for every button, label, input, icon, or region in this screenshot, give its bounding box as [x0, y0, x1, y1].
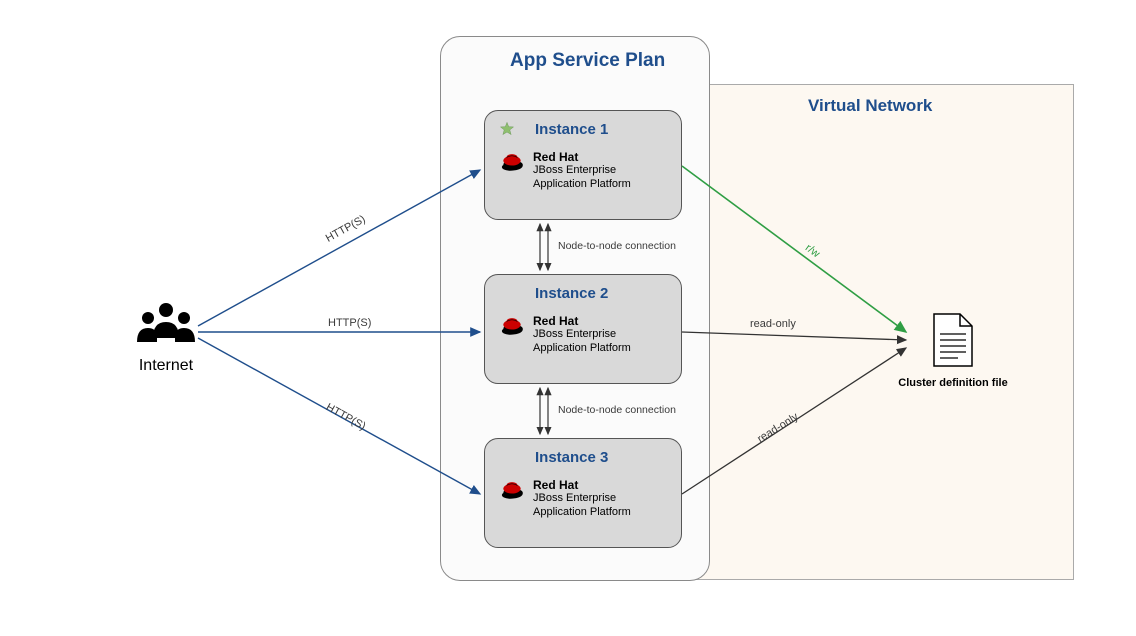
node-conn-label-2: Node-to-node connection	[558, 404, 676, 416]
instance-1-redhat: Red Hat JBoss Enterprise Application Pla…	[499, 150, 669, 191]
instance-2-line1: JBoss Enterprise	[533, 328, 631, 341]
readonly-label-1: read-only	[750, 318, 796, 330]
instance-2-line2: Application Platform	[533, 342, 631, 355]
instance-1-box: Instance 1 Red Hat JBoss Enterprise Appl…	[484, 110, 682, 220]
instance-1-line2: Application Platform	[533, 178, 631, 191]
star-icon	[499, 121, 515, 137]
instance-3-box: Instance 3 Red Hat JBoss Enterprise Appl…	[484, 438, 682, 548]
file-icon	[930, 312, 976, 368]
internet-node: Internet	[116, 298, 216, 375]
virtual-network-title: Virtual Network	[808, 96, 932, 116]
instance-2-title: Instance 2	[535, 285, 669, 302]
http-label-1: HTTP(S)	[324, 213, 368, 245]
instance-2-redhat: Red Hat JBoss Enterprise Application Pla…	[499, 314, 669, 355]
users-icon	[131, 298, 201, 348]
cluster-file-label: Cluster definition file	[898, 377, 1008, 389]
instance-2-box: Instance 2 Red Hat JBoss Enterprise Appl…	[484, 274, 682, 384]
redhat-icon	[499, 480, 525, 500]
instance-1-brand: Red Hat	[533, 150, 631, 164]
architecture-diagram: Virtual Network App Service Plan Instanc…	[0, 0, 1136, 636]
instance-3-redhat: Red Hat JBoss Enterprise Application Pla…	[499, 478, 669, 519]
cluster-file-node: Cluster definition file	[898, 312, 1008, 389]
instance-2-brand: Red Hat	[533, 314, 631, 328]
app-service-plan-title: App Service Plan	[510, 50, 665, 72]
instance-1-title: Instance 1	[535, 121, 669, 138]
instance-1-line1: JBoss Enterprise	[533, 164, 631, 177]
instance-3-title: Instance 3	[535, 449, 669, 466]
http-label-2: HTTP(S)	[328, 317, 371, 329]
instance-3-line2: Application Platform	[533, 506, 631, 519]
redhat-icon	[499, 152, 525, 172]
redhat-icon	[499, 316, 525, 336]
internet-label: Internet	[116, 357, 216, 375]
instance-3-brand: Red Hat	[533, 478, 631, 492]
instance-3-line1: JBoss Enterprise	[533, 492, 631, 505]
node-conn-label-1: Node-to-node connection	[558, 240, 676, 252]
http-label-3: HTTP(S)	[324, 401, 368, 433]
